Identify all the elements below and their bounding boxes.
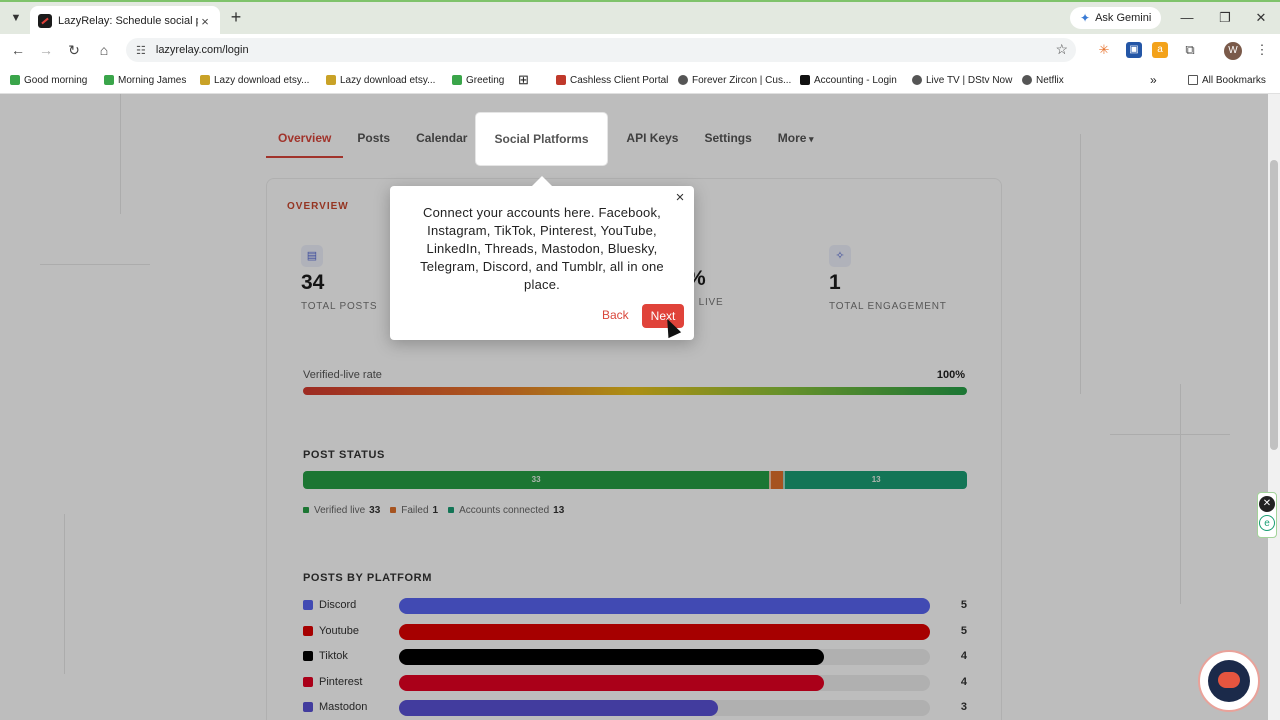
robot-face-icon	[1218, 672, 1240, 688]
bookmark-favicon-icon	[10, 75, 20, 85]
profile-avatar[interactable]: W	[1224, 42, 1242, 60]
browser-menu-icon[interactable]: ⋮	[1254, 42, 1270, 58]
browser-tab-bar: ▼ LazyRelay: Schedule social posts × + ✦…	[0, 0, 1280, 36]
tab-title: LazyRelay: Schedule social posts	[58, 15, 198, 27]
globe-icon	[678, 75, 688, 85]
close-circle-icon[interactable]: ✕	[1259, 496, 1275, 512]
gemini-sparkle-icon: ✦	[1080, 11, 1091, 25]
close-window-icon[interactable]: ✕	[1246, 8, 1276, 28]
globe-icon	[1022, 75, 1032, 85]
scrollbar-thumb[interactable]	[1270, 160, 1278, 450]
tab-close-icon[interactable]: ×	[198, 14, 212, 29]
bookmark-item[interactable]: Live TV | DStv Now	[912, 72, 1012, 88]
bookmark-item[interactable]: Netflix	[1022, 72, 1064, 88]
bookmarks-bar: Good morning Morning James Lazy download…	[0, 66, 1280, 94]
ask-gemini-label: Ask Gemini	[1095, 12, 1152, 24]
bookmark-favicon-icon	[200, 75, 210, 85]
home-icon[interactable]: ⌂	[94, 40, 114, 60]
page-content: Overview Posts Calendar API Keys Setting…	[0, 94, 1268, 720]
bookmark-favicon-icon	[800, 75, 810, 85]
reload-icon[interactable]: ↻	[64, 40, 84, 60]
tab-search-chevron-icon[interactable]: ▼	[6, 8, 26, 28]
page-scrollbar[interactable]	[1268, 94, 1280, 720]
globe-icon	[912, 75, 922, 85]
robot-avatar-icon	[1208, 660, 1250, 702]
forward-arrow-icon[interactable]: →	[36, 40, 56, 60]
e-extension-icon[interactable]: e	[1259, 515, 1275, 531]
back-arrow-icon[interactable]: ←	[8, 40, 28, 60]
bookmark-item[interactable]: Greeting	[452, 72, 504, 88]
tab-social-platforms-label: Social Platforms	[494, 132, 589, 146]
bookmark-item[interactable]: Morning James	[104, 72, 186, 88]
tooltip-text: Connect your accounts here. Facebook, In…	[420, 205, 664, 292]
bookmark-star-icon[interactable]: ☆	[1055, 41, 1068, 58]
bookmark-favicon-icon	[326, 75, 336, 85]
lazyrelay-favicon-icon	[38, 14, 52, 28]
site-info-icon[interactable]: ☷	[136, 44, 146, 57]
folder-icon	[1188, 75, 1198, 85]
bookmark-item[interactable]: Lazy download etsy...	[326, 72, 435, 88]
amazon-extension-icon[interactable]: a	[1152, 42, 1168, 58]
bookmark-favicon-icon	[556, 75, 566, 85]
chat-assistant-button[interactable]	[1198, 650, 1260, 712]
restore-icon[interactable]: ❐	[1210, 8, 1240, 28]
browser-toolbar: ← → ↻ ⌂ ☷ lazyrelay.com/login ☆ ✳ ▣ a ⧉ …	[0, 34, 1280, 66]
ask-gemini-button[interactable]: ✦ Ask Gemini	[1070, 7, 1162, 29]
bookmark-favicon-icon	[104, 75, 114, 85]
bookmark-item[interactable]: Forever Zircon | Cus...	[678, 72, 791, 88]
close-icon[interactable]: ×	[672, 190, 688, 206]
new-tab-button[interactable]: +	[226, 8, 246, 28]
bookmark-favicon-icon	[452, 75, 462, 85]
browser-tab[interactable]: LazyRelay: Schedule social posts ×	[30, 6, 220, 36]
tour-back-button[interactable]: Back	[602, 308, 629, 322]
minimize-icon[interactable]: —	[1172, 8, 1202, 28]
bookmark-item[interactable]: Accounting - Login	[800, 72, 897, 88]
apps-grid-icon[interactable]: ⊞	[518, 72, 529, 88]
claude-extension-icon[interactable]: ✳	[1096, 42, 1112, 58]
bookmark-item[interactable]: Good morning	[10, 72, 87, 88]
url-text: lazyrelay.com/login	[155, 44, 249, 56]
all-bookmarks-folder[interactable]: All Bookmarks	[1188, 72, 1266, 88]
bookmark-item[interactable]: Lazy download etsy...	[200, 72, 309, 88]
tab-social-platforms[interactable]: Social Platforms	[476, 113, 607, 165]
extension-badge-icon[interactable]: ▣	[1126, 42, 1142, 58]
more-bookmarks-icon[interactable]: »	[1150, 72, 1157, 88]
side-widget: ✕ e	[1257, 492, 1277, 538]
tour-tooltip: × Connect your accounts here. Facebook, …	[390, 176, 694, 340]
extensions-puzzle-icon[interactable]: ⧉	[1182, 42, 1198, 58]
address-bar[interactable]: ☷ lazyrelay.com/login ☆	[126, 38, 1076, 62]
bookmark-item[interactable]: Cashless Client Portal	[556, 72, 668, 88]
